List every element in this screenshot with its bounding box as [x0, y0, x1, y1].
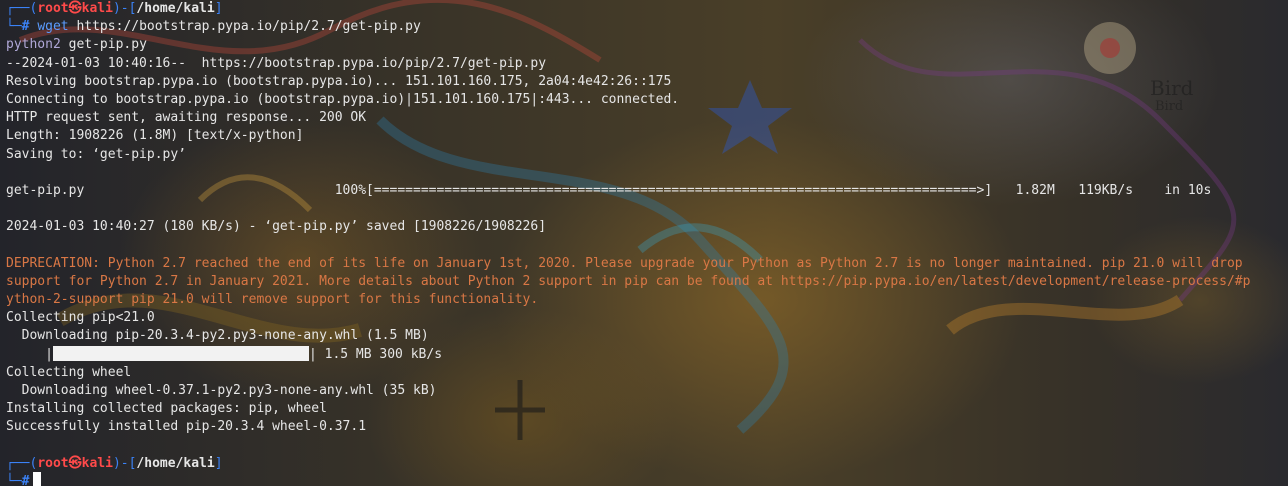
command-args: https://bootstrap.pypa.io/pip/2.7/get-pi…: [76, 19, 421, 35]
deprecation-warning: support for Python 2.7 in January 2021. …: [6, 273, 1251, 289]
prompt-line-top: ┌──(root㉿kali)-[/home/kali]: [6, 1, 223, 16]
text-cursor[interactable]: [33, 472, 42, 486]
output-line: Collecting pip<21.0: [6, 310, 155, 326]
prompt-user: root㉿kali: [37, 1, 113, 16]
download-progress-line: get-pip.py 100%[========================…: [6, 182, 1212, 198]
output-line: HTTP request sent, awaiting response... …: [6, 110, 367, 126]
output-line: Installing collected packages: pip, whee…: [6, 401, 327, 417]
output-line: Downloading pip-20.3.4-py2.py3-none-any.…: [6, 328, 429, 344]
output-line: --2024-01-03 10:40:16-- https://bootstra…: [6, 55, 547, 71]
output-line: Resolving bootstrap.pypa.io (bootstrap.p…: [6, 73, 672, 89]
pip-progress-bar: [52, 345, 309, 361]
command-name: wget: [37, 19, 69, 35]
deprecation-warning: ython-2-support pip 21.0 will remove sup…: [6, 292, 539, 307]
prompt-line-command: └─# wget https://bootstrap.pypa.io/pip/2…: [6, 19, 421, 35]
prompt-cwd: /home/kali: [136, 455, 215, 471]
prompt-hash: #: [21, 473, 30, 486]
output-line: 2024-01-03 10:40:27 (180 KB/s) - ‘get-pi…: [6, 219, 547, 235]
output-line: Successfully installed pip-20.3.4 wheel-…: [6, 419, 367, 435]
terminal-window[interactable]: Bird Bird ┌──(root㉿kali)-[/home/kali] └─…: [0, 0, 1288, 486]
prompt-line-input[interactable]: └─#: [6, 472, 1250, 486]
output-line: Saving to: ‘get-pip.py’: [6, 146, 187, 162]
prompt-line-top: ┌──(root㉿kali)-[/home/kali]: [6, 455, 223, 471]
output-line: Collecting wheel: [6, 364, 132, 380]
output-line: python2 get-pip.py: [6, 37, 147, 53]
prompt-cwd: /home/kali: [136, 1, 215, 16]
prompt-user: root㉿kali: [37, 455, 113, 471]
output-line: Downloading wheel-0.37.1-py2.py3-none-an…: [6, 382, 437, 398]
output-line: Length: 1908226 (1.8M) [text/x-python]: [6, 128, 304, 144]
deprecation-warning: DEPRECATION: Python 2.7 reached the end …: [6, 255, 1243, 271]
pip-progress-line: | | 1.5 MB 300 kB/s: [6, 345, 443, 362]
output-line: Connecting to bootstrap.pypa.io (bootstr…: [6, 91, 680, 107]
terminal-output[interactable]: ┌──(root㉿kali)-[/home/kali] └─# wget htt…: [6, 0, 1250, 486]
prompt-hash: #: [21, 19, 30, 35]
